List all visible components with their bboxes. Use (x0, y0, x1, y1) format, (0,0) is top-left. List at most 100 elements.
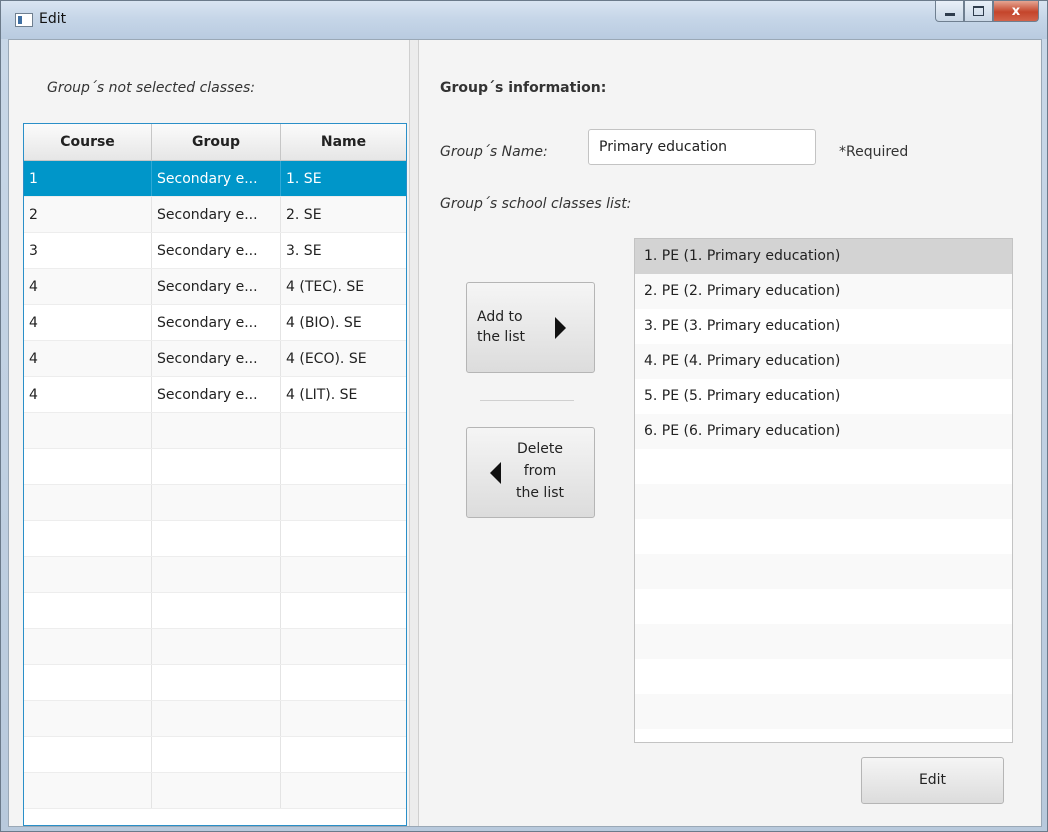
cell-group: Secondary e... (152, 269, 281, 304)
cell-name (281, 665, 406, 700)
list-item[interactable]: 6. PE (6. Primary education) (635, 414, 1012, 449)
cell-group (152, 773, 281, 808)
maximize-button[interactable] (964, 1, 993, 22)
edit-button[interactable]: Edit (861, 757, 1004, 804)
cell-course (24, 413, 152, 448)
table-row[interactable]: 2 Secondary e... 2. SE (24, 197, 406, 233)
add-button-label-line1: Add to (477, 309, 523, 325)
table-row-empty[interactable] (24, 737, 406, 773)
cell-name (281, 449, 406, 484)
delete-button-label-line2: from (523, 463, 557, 479)
group-name-input[interactable] (588, 129, 816, 165)
cell-name (281, 701, 406, 736)
cell-course: 4 (24, 377, 152, 412)
cell-group (152, 413, 281, 448)
cell-name (281, 773, 406, 808)
arrow-right-icon (555, 317, 566, 339)
list-item-empty[interactable] (635, 624, 1012, 659)
table-row-empty[interactable] (24, 629, 406, 665)
column-header-name[interactable]: Name (281, 124, 406, 160)
classes-table[interactable]: Course Group Name 1 Secondary e... 1. SE 2 S… (23, 123, 407, 826)
table-row-empty[interactable] (24, 485, 406, 521)
cell-course (24, 665, 152, 700)
list-item-empty[interactable] (635, 729, 1012, 742)
table-row-empty[interactable] (24, 449, 406, 485)
add-button-label-line2: the list (477, 329, 525, 345)
arrow-left-icon (490, 462, 501, 484)
list-item-empty[interactable] (635, 484, 1012, 519)
list-item-empty[interactable] (635, 659, 1012, 694)
cell-name (281, 593, 406, 628)
cell-group (152, 665, 281, 700)
cell-course (24, 521, 152, 556)
cell-course (24, 485, 152, 520)
list-item-empty[interactable] (635, 694, 1012, 729)
required-label: *Required (839, 144, 909, 160)
table-row[interactable]: 4 Secondary e... 4 (LIT). SE (24, 377, 406, 413)
edit-window: Edit x Group´s not selected classes: Cou… (0, 0, 1048, 832)
table-row-empty[interactable] (24, 665, 406, 701)
cell-name: 4 (TEC). SE (286, 278, 365, 295)
list-item-empty[interactable] (635, 589, 1012, 624)
add-button-label: Add to the list (477, 307, 525, 347)
table-row-empty[interactable] (24, 593, 406, 629)
table-row-empty[interactable] (24, 557, 406, 593)
list-item[interactable]: 5. PE (5. Primary education) (635, 379, 1012, 414)
cell-course (24, 773, 152, 808)
list-item[interactable]: 2. PE (2. Primary education) (635, 274, 1012, 309)
column-header-course[interactable]: Course (24, 124, 152, 160)
cell-name (281, 557, 406, 592)
window-controls: x (935, 1, 1039, 25)
group-info-heading: Group´s information: (440, 80, 607, 96)
list-item-empty[interactable] (635, 554, 1012, 589)
title-bar[interactable]: Edit x (1, 1, 1047, 39)
button-separator (480, 400, 574, 401)
left-pane: Group´s not selected classes: Course Gro… (9, 40, 409, 826)
cell-name: 4 (ECO). SE (286, 350, 367, 367)
list-item-empty[interactable] (635, 519, 1012, 554)
delete-button-label-line1: Delete (517, 441, 563, 457)
table-row-empty[interactable] (24, 413, 406, 449)
cell-name: 2. SE (286, 206, 322, 223)
cell-group (152, 557, 281, 592)
cell-group (152, 521, 281, 556)
list-item[interactable]: 3. PE (3. Primary education) (635, 309, 1012, 344)
group-name-label: Group´s Name: (440, 144, 548, 160)
cell-course: 4 (24, 269, 152, 304)
right-pane: Group´s information: Group´s Name: *Requ… (419, 40, 1041, 826)
delete-button-label-line3: the list (516, 485, 564, 501)
cell-name (281, 521, 406, 556)
school-classes-list[interactable]: 1. PE (1. Primary education) 2. PE (2. Pr… (634, 238, 1013, 743)
cell-course (24, 629, 152, 664)
not-selected-classes-heading: Group´s not selected classes: (47, 80, 255, 96)
cell-group: Secondary e... (152, 161, 281, 196)
delete-from-list-button[interactable]: Delete from the list (466, 427, 595, 518)
table-row[interactable]: 1 Secondary e... 1. SE (24, 161, 406, 197)
cell-course: 2 (24, 197, 152, 232)
minimize-icon (944, 12, 955, 16)
table-row[interactable]: 3 Secondary e... 3. SE (24, 233, 406, 269)
table-row-empty[interactable] (24, 521, 406, 557)
table-row[interactable]: 4 Secondary e... 4 (ECO). SE (24, 341, 406, 377)
delete-button-label: Delete from the list (516, 438, 564, 504)
list-item[interactable]: 4. PE (4. Primary education) (635, 344, 1012, 379)
table-row-empty[interactable] (24, 773, 406, 809)
cell-name (281, 485, 406, 520)
table-row[interactable]: 4 Secondary e... 4 (BIO). SE (24, 305, 406, 341)
table-body: 1 Secondary e... 1. SE 2 Secondary e... 2. SE… (24, 161, 406, 809)
list-item-empty[interactable] (635, 449, 1012, 484)
cell-name: 3. SE (286, 242, 322, 259)
close-button[interactable]: x (993, 1, 1039, 22)
table-row[interactable]: 4 Secondary e... 4 (TEC). SE (24, 269, 406, 305)
cell-group (152, 629, 281, 664)
split-divider[interactable] (409, 40, 419, 826)
cell-group: Secondary e... (152, 233, 281, 268)
minimize-button[interactable] (935, 1, 964, 22)
cell-group (152, 737, 281, 772)
cell-course: 4 (24, 305, 152, 340)
list-item[interactable]: 1. PE (1. Primary education) (635, 239, 1012, 274)
column-header-group[interactable]: Group (152, 124, 281, 160)
table-row-empty[interactable] (24, 701, 406, 737)
maximize-icon (973, 6, 984, 16)
add-to-list-button[interactable]: Add to the list (466, 282, 595, 373)
